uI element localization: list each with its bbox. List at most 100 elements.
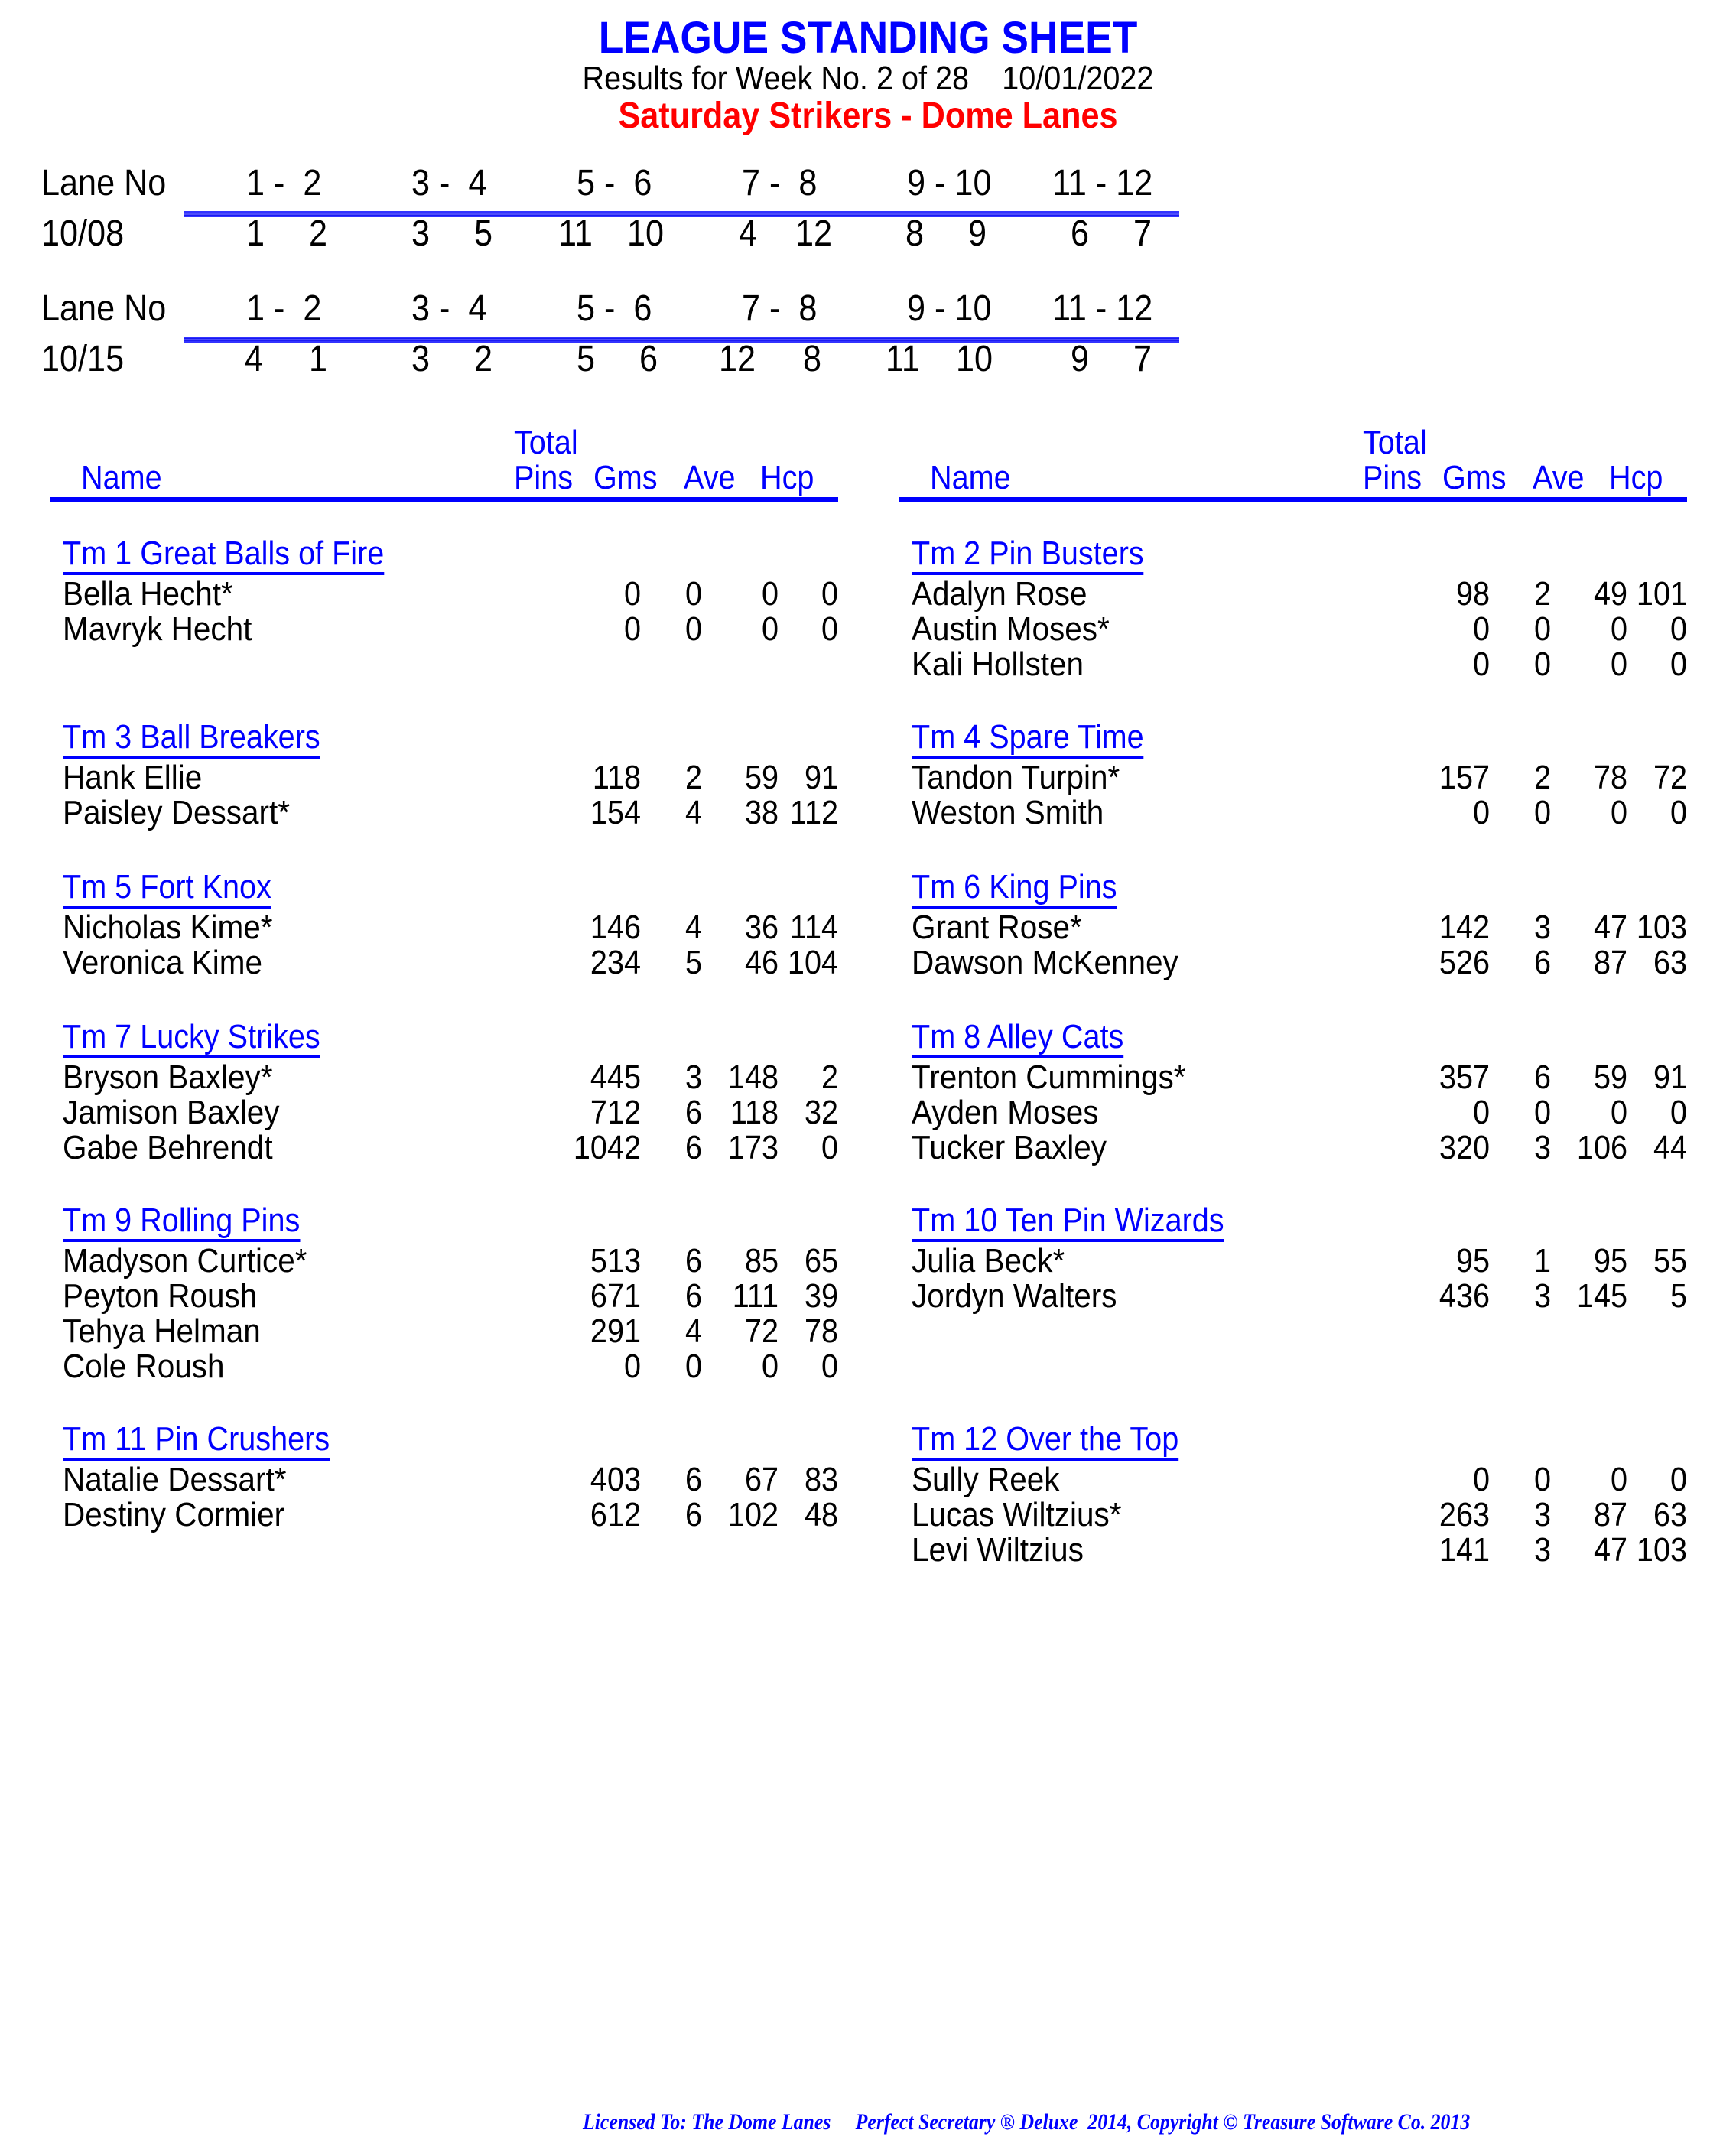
- lane-pair: 3 - 4: [411, 288, 487, 329]
- bowler-handicap: 112: [789, 794, 838, 831]
- bowler-handicap: 0: [1669, 1094, 1687, 1131]
- bowler-handicap: 2: [821, 1058, 838, 1096]
- bowler-handicap: 114: [789, 909, 838, 946]
- team-number: 2: [309, 213, 328, 254]
- lane-pair: 11 - 12: [1052, 163, 1153, 203]
- bowler-average: 38: [744, 794, 779, 831]
- bowler-games: 3: [684, 1058, 702, 1096]
- team-name-link[interactable]: Tm 10 Ten Pin Wizards: [912, 1202, 1224, 1242]
- team-block: Tm 6 King Pins Grant Rose* 142 3 47 103 Dawson…: [912, 869, 1687, 980]
- bowler-handicap: 104: [787, 944, 838, 981]
- bowler-games: 0: [1533, 794, 1551, 831]
- league-name: Saturday Strikers - Dome Lanes: [618, 96, 1118, 136]
- bowler-name: Jordyn Walters: [912, 1277, 1117, 1315]
- team-name-link[interactable]: Tm 8 Alley Cats: [912, 1019, 1124, 1058]
- bowler-handicap: 63: [1653, 944, 1687, 981]
- bowler-handicap: 55: [1653, 1242, 1687, 1280]
- bowler-games: 6: [684, 1129, 702, 1166]
- bowler-games: 6: [684, 1461, 702, 1498]
- bowler-average: 0: [1610, 646, 1627, 683]
- bowler-games: 0: [684, 575, 702, 613]
- team-number: 4: [739, 213, 758, 254]
- week-results-label: Results for Week No. 2 of 28: [582, 60, 970, 97]
- bowler-average: 85: [744, 1242, 779, 1280]
- bowler-name: Destiny Cormier: [63, 1496, 285, 1533]
- lane-pair: 7 - 8: [742, 288, 818, 329]
- team-name-link[interactable]: Tm 4 Spare Time: [912, 719, 1144, 759]
- team-name-link[interactable]: Tm 6 King Pins: [912, 869, 1117, 909]
- bowler-row: Levi Wiltzius 141 3 47 103: [912, 1533, 1687, 1568]
- bowler-average: 87: [1593, 944, 1627, 981]
- bowler-games: 3: [1533, 1277, 1551, 1315]
- bowler-pins: 95: [1455, 1242, 1490, 1280]
- bowler-handicap: 32: [804, 1094, 838, 1131]
- team-name-link[interactable]: Tm 12 Over the Top: [912, 1421, 1179, 1461]
- team-name-link[interactable]: Tm 9 Rolling Pins: [63, 1202, 301, 1242]
- standings-header: Name Total Pins Gms Ave Hcp: [899, 421, 1687, 502]
- bowler-average: 0: [1610, 794, 1627, 831]
- bowler-row: Tehya Helman 291 4 72 78: [63, 1314, 838, 1349]
- team-number: 9: [968, 213, 987, 254]
- bowler-average: 72: [744, 1312, 779, 1350]
- bowler-pins: 291: [590, 1312, 641, 1350]
- lane-pair: 1 - 2: [246, 288, 322, 329]
- bowler-name: Trenton Cummings*: [912, 1058, 1186, 1096]
- bowler-average: 0: [1610, 610, 1627, 648]
- bowler-pins: 0: [1472, 646, 1490, 683]
- lane-no-label: Lane No: [41, 163, 167, 203]
- lane-header-row: Lane No 1 - 2 3 - 4 5 - 6 7 - 8 9 - 10 1…: [0, 288, 1224, 330]
- team-number: 1: [309, 339, 328, 379]
- bowler-average: 87: [1593, 1496, 1627, 1533]
- bowler-pins: 445: [590, 1058, 641, 1096]
- team-name-link[interactable]: Tm 11 Pin Crushers: [63, 1421, 330, 1461]
- bowler-average: 118: [730, 1094, 779, 1131]
- bowler-name: Gabe Behrendt: [63, 1129, 273, 1166]
- software-copyright: Perfect Secretary ® Deluxe 2014, Copyrig…: [855, 2109, 1471, 2135]
- bowler-pins: 612: [590, 1496, 641, 1533]
- bowler-handicap: 5: [1669, 1277, 1687, 1315]
- team-name-link[interactable]: Tm 1 Great Balls of Fire: [63, 535, 385, 575]
- bowler-games: 4: [684, 794, 702, 831]
- team-name-link[interactable]: Tm 3 Ball Breakers: [63, 719, 320, 759]
- bowler-average: 95: [1593, 1242, 1627, 1280]
- column-header-gms: Gms: [1442, 459, 1507, 496]
- bowler-pins: 526: [1439, 944, 1490, 981]
- bowler-name: Grant Rose*: [912, 909, 1082, 946]
- bowler-games: 0: [684, 1348, 702, 1385]
- bowler-games: 6: [1533, 944, 1551, 981]
- bowler-games: 6: [684, 1277, 702, 1315]
- bowler-name: Bryson Baxley*: [63, 1058, 273, 1096]
- team-name-link[interactable]: Tm 7 Lucky Strikes: [63, 1019, 320, 1058]
- header-divider: [50, 497, 838, 502]
- bowler-games: 1: [1533, 1242, 1551, 1280]
- standings-column-left: Name Total Pins Gms Ave Hcp Tm 1 Great B…: [50, 421, 838, 1533]
- bowler-pins: 513: [590, 1242, 641, 1280]
- bowler-average: 59: [1593, 1058, 1627, 1096]
- column-header-ave: Ave: [1533, 459, 1585, 496]
- bowler-name: Tucker Baxley: [912, 1129, 1107, 1166]
- bowler-games: 5: [684, 944, 702, 981]
- column-header-ave: Ave: [684, 459, 736, 496]
- bowler-average: 102: [727, 1496, 779, 1533]
- bowler-average: 67: [744, 1461, 779, 1498]
- bowler-games: 3: [1533, 1531, 1551, 1569]
- team-name-link[interactable]: Tm 5 Fort Knox: [63, 869, 271, 909]
- bowler-name: Jamison Baxley: [63, 1094, 280, 1131]
- bowler-name: Natalie Dessart*: [63, 1461, 287, 1498]
- lane-pair: 11 - 12: [1052, 288, 1153, 329]
- bowler-handicap: 0: [821, 575, 838, 613]
- bowler-handicap: 44: [1653, 1129, 1687, 1166]
- standings-header: Name Total Pins Gms Ave Hcp: [50, 421, 838, 502]
- header-divider: [899, 497, 1687, 502]
- bowler-pins: 154: [590, 794, 641, 831]
- bowler-row: Bella Hecht* 0 0 0 0: [63, 577, 838, 612]
- team-block: Tm 10 Ten Pin Wizards Julia Beck* 95 1 95 55 J…: [912, 1202, 1687, 1314]
- bowler-pins: 0: [1472, 1461, 1490, 1498]
- bowler-handicap: 0: [821, 1348, 838, 1385]
- matchup-date: 10/08: [41, 213, 125, 254]
- bowler-games: 0: [1533, 646, 1551, 683]
- team-number: 2: [474, 339, 493, 379]
- bowler-row: Dawson McKenney 526 6 87 63: [912, 945, 1687, 980]
- team-name-link[interactable]: Tm 2 Pin Busters: [912, 535, 1144, 575]
- team-block: Tm 5 Fort Knox Nicholas Kime* 146 4 36 114 Ver…: [63, 869, 838, 980]
